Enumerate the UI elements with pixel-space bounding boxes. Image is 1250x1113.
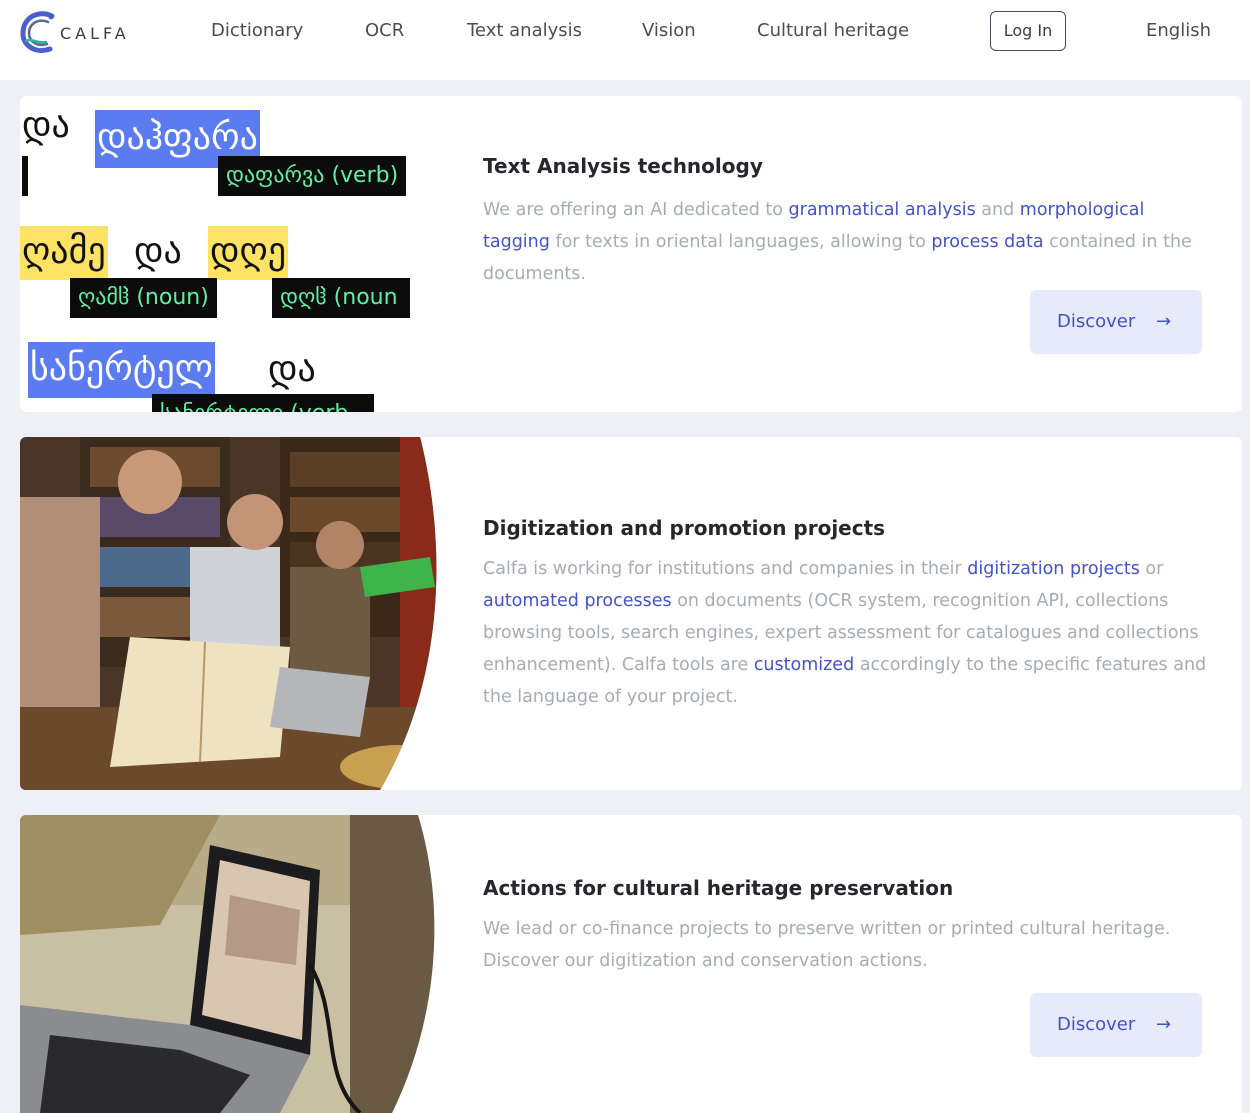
word-token: და [134, 231, 182, 272]
language-selector[interactable]: English [1146, 19, 1211, 43]
library-scene-image [20, 437, 437, 790]
pos-tag: სანერტელი (verb [152, 394, 374, 412]
discover-label: Discover [1057, 311, 1136, 332]
card-title: Text Analysis technology [483, 154, 763, 178]
card-digitization: Digitization and promotion projects Calf… [20, 437, 1242, 790]
text-segment: We lead or co-finance projects to preser… [483, 919, 1171, 971]
arrow-right-icon: → [1156, 1014, 1172, 1035]
nav-link-ocr[interactable]: OCR [365, 19, 404, 43]
card-description: Calfa is working for institutions and co… [483, 553, 1213, 713]
discover-label: Discover [1057, 1014, 1136, 1035]
word-token: და [22, 105, 70, 146]
nav-link-vision[interactable]: Vision [642, 19, 696, 43]
inline-link[interactable]: grammatical analysis [789, 200, 976, 220]
library-photo [20, 437, 440, 790]
card-title: Digitization and promotion projects [483, 516, 886, 540]
card-title: Actions for cultural heritage preservati… [483, 876, 954, 900]
arrow-right-icon: → [1156, 311, 1172, 332]
inline-link[interactable]: digitization projects [967, 559, 1140, 579]
text-segment: for texts in oriental languages, allowin… [549, 232, 932, 252]
card-description: We lead or co-finance projects to preser… [483, 913, 1213, 977]
card-cultural-heritage: Actions for cultural heritage preservati… [20, 815, 1242, 1113]
brand-name: CALFA [60, 23, 130, 43]
nav-link-dictionary[interactable]: Dictionary [211, 19, 303, 43]
card-text-analysis: და დაჰფარა დაფარვა (verb) ღამე და დღე ღა… [20, 96, 1242, 412]
nav-link-text-analysis[interactable]: Text analysis [467, 19, 582, 43]
discover-button[interactable]: Discover → [1030, 290, 1202, 354]
inline-link[interactable]: automated processes [483, 591, 672, 611]
calfa-logo[interactable]: CALFA [18, 8, 148, 56]
georgian-tagging-illustration: და დაჰფარა დაფარვა (verb) ღამე და დღე ღა… [20, 96, 440, 412]
laptop-photo [20, 815, 440, 1113]
pos-tag: დაფარვა (verb) [218, 156, 407, 196]
top-nav: CALFA Dictionary OCR Text analysis Visio… [0, 0, 1250, 80]
login-button[interactable]: Log In [990, 11, 1066, 51]
text-segment: or [1139, 559, 1164, 579]
word-token: და [268, 349, 316, 390]
nav-link-cultural-heritage[interactable]: Cultural heritage [757, 19, 909, 43]
discover-button[interactable]: Discover → [1030, 993, 1202, 1057]
pos-tag: დღჱ (noun [272, 278, 410, 318]
pos-tag: ღამჱ (noun) [70, 278, 217, 318]
card-description: We are offering an AI dedicated to gramm… [483, 194, 1213, 290]
inline-link[interactable]: customized [754, 655, 854, 675]
text-segment: Calfa is working for institutions and co… [483, 559, 968, 579]
text-segment: We are offering an AI dedicated to [483, 200, 789, 220]
calfa-logo-icon [20, 11, 55, 53]
laptop-scanning-image [20, 815, 435, 1113]
word-token-highlighted: სანერტელ [28, 342, 215, 398]
text-segment: and [975, 200, 1020, 220]
word-token-highlighted: დღე [208, 226, 289, 280]
inline-link[interactable]: process data [931, 232, 1043, 252]
word-token-highlighted: ღამე [20, 226, 108, 280]
text-cursor [22, 156, 28, 196]
